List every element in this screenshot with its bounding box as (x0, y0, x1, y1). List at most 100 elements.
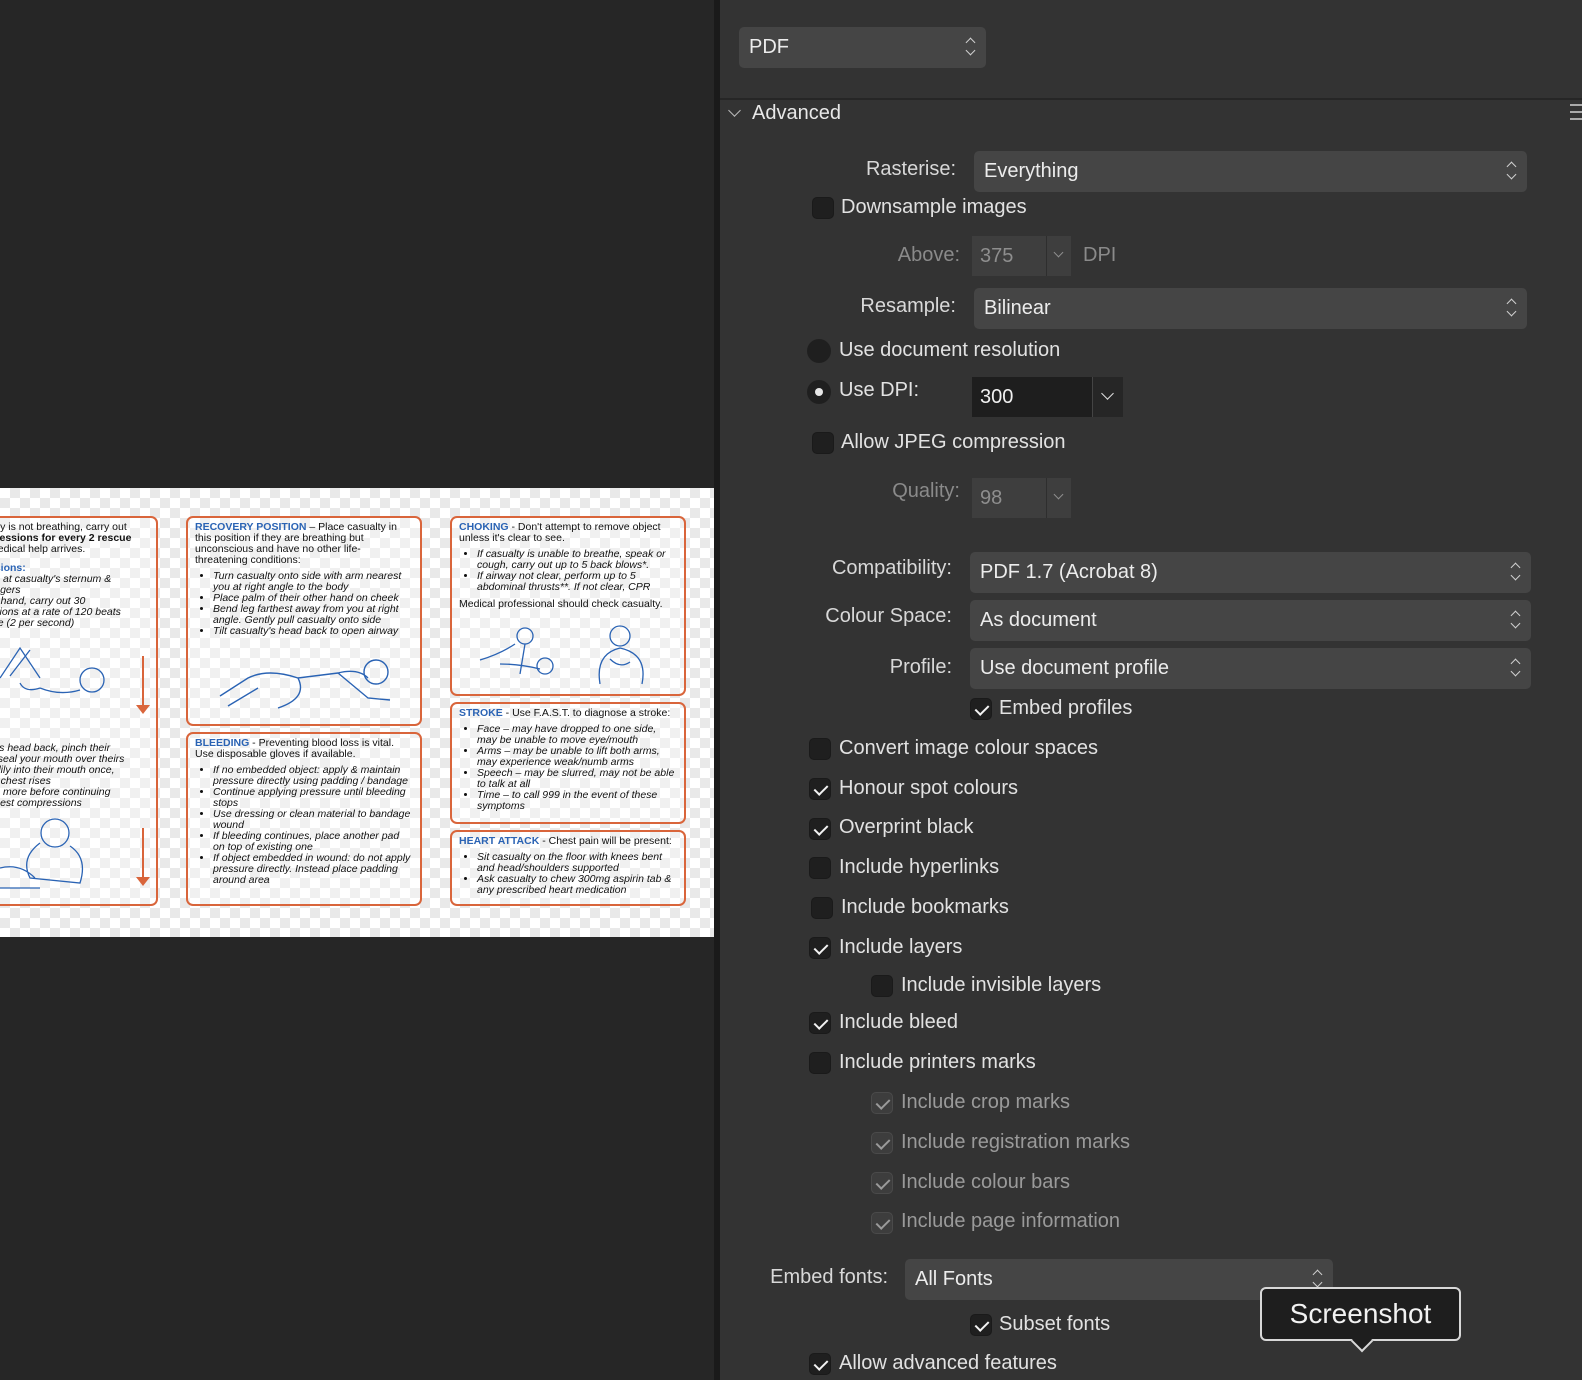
embed-profiles-label: Embed profiles (999, 697, 1133, 719)
stroke-item: Arms – may be unable to lift both arms, … (477, 746, 677, 768)
stroke-item: Face – may have dropped to one side, may… (477, 724, 677, 746)
include-bleed-checkbox[interactable] (809, 1012, 831, 1034)
overprint-black-checkbox[interactable] (809, 818, 831, 840)
bleeding-card: BLEEDING - Preventing blood loss is vita… (186, 732, 422, 906)
use-dpi-radio[interactable] (807, 380, 831, 404)
cpr-line: ute (2 per second) (0, 617, 75, 629)
downsample-images-checkbox[interactable] (812, 197, 834, 219)
chevron-down-icon[interactable] (1046, 236, 1071, 276)
colour-space-popup[interactable]: As document (970, 600, 1531, 641)
include-hyperlinks-label: Include hyperlinks (839, 856, 1000, 878)
above-unit: DPI (1083, 244, 1117, 266)
stroke-card: STROKE - Use F.A.S.T. to diagnose a stro… (450, 702, 686, 824)
heart-lead: - Chest pain will be present: (539, 835, 672, 847)
include-registration-marks-label: Include registration marks (901, 1131, 1130, 1153)
overprint-black-label: Overprint black (839, 816, 974, 838)
heart-item: Ask casualty to chew 300mg aspirin tab &… (477, 874, 677, 896)
bleeding-item: If no embedded object: apply & maintain … (213, 765, 413, 787)
down-arrow-icon (136, 828, 150, 886)
cpr-line: ds at casualty's sternum & (0, 573, 112, 585)
up-down-chevron-icon (1511, 655, 1521, 681)
allow-advanced-features-label: Allow advanced features (839, 1352, 1057, 1374)
bleeding-item: Continue applying pressure until bleedin… (213, 787, 413, 809)
up-down-chevron-icon (1511, 607, 1521, 633)
dpi-value[interactable]: 300 (972, 377, 1092, 417)
include-printers-marks-checkbox[interactable] (809, 1052, 831, 1074)
stroke-item: Speech – may be slurred, may not be able… (477, 768, 677, 790)
rasterise-popup[interactable]: Everything (974, 151, 1527, 192)
convert-colour-spaces-checkbox[interactable] (809, 738, 831, 760)
up-down-chevron-icon (966, 34, 976, 60)
above-value: 375 (972, 236, 1046, 276)
choking-item: If casualty is unable to breathe, speak … (477, 549, 677, 571)
include-page-information-checkbox[interactable] (871, 1212, 893, 1234)
resample-label: Resample: (860, 295, 956, 317)
embed-fonts-value: All Fonts (915, 1268, 993, 1290)
up-down-chevron-icon (1507, 295, 1517, 321)
profile-popup[interactable]: Use document profile (970, 648, 1531, 689)
dpi-combo[interactable]: 300 (972, 377, 1123, 417)
embed-profiles-checkbox[interactable] (970, 698, 992, 720)
use-document-resolution-radio[interactable] (807, 339, 831, 363)
export-settings-panel: PDF Advanced Rasterise: Everything Downs… (714, 0, 1582, 1380)
include-colour-bars-checkbox[interactable] (871, 1172, 893, 1194)
include-printers-marks-label: Include printers marks (839, 1051, 1036, 1073)
resample-popup[interactable]: Bilinear (974, 288, 1527, 329)
bleeding-item: Use dressing or clean material to bandag… (213, 809, 413, 831)
above-dpi-combo[interactable]: 375 (972, 236, 1071, 276)
resample-value: Bilinear (984, 297, 1051, 319)
format-bar: PDF (720, 0, 1582, 100)
include-layers-checkbox[interactable] (809, 937, 831, 959)
advanced-section-header[interactable]: Advanced (720, 96, 1582, 132)
downsample-images-label: Downsample images (841, 196, 1027, 218)
profile-label: Profile: (889, 656, 952, 678)
recovery-item: Tilt casualty's head back to open airway (213, 626, 413, 637)
quality-label: Quality: (892, 480, 960, 502)
screenshot-tooltip: Screenshot (1260, 1287, 1461, 1341)
include-page-information-label: Include page information (901, 1210, 1121, 1232)
subset-fonts-checkbox[interactable] (970, 1314, 992, 1336)
use-document-resolution-label: Use document resolution (839, 339, 1061, 361)
recovery-item: Turn casualty onto side with arm nearest… (213, 571, 413, 593)
heart-item: Sit casualty on the floor with knees ben… (477, 852, 677, 874)
chevron-down-icon[interactable] (1046, 478, 1071, 518)
rasterise-value: Everything (984, 160, 1079, 182)
quality-value: 98 (972, 478, 1046, 518)
stroke-head: STROKE (459, 707, 503, 719)
honour-spot-colours-checkbox[interactable] (809, 778, 831, 800)
quality-combo[interactable]: 98 (972, 478, 1071, 518)
profile-value: Use document profile (980, 657, 1169, 679)
cpr-compression-figure (0, 646, 105, 694)
stroke-item: Time – to call 999 in the event of these… (477, 790, 677, 812)
choking-item: If airway not clear, perform up to 5 abd… (477, 571, 677, 593)
panel-menu-icon[interactable] (1570, 104, 1582, 122)
choking-note: Medical professional should check casual… (459, 598, 663, 610)
include-crop-marks-label: Include crop marks (901, 1091, 1070, 1113)
include-registration-marks-checkbox[interactable] (871, 1132, 893, 1154)
document-preview: alty is not breathing, carry out pressio… (0, 488, 714, 937)
include-hyperlinks-checkbox[interactable] (809, 857, 831, 879)
allow-jpeg-checkbox[interactable] (812, 432, 834, 454)
allow-advanced-features-checkbox[interactable] (809, 1353, 831, 1375)
include-bleed-label: Include bleed (839, 1011, 958, 1033)
subset-fonts-label: Subset fonts (999, 1313, 1111, 1335)
heart-attack-card: HEART ATTACK - Chest pain will be presen… (450, 830, 686, 906)
chevron-down-icon (728, 104, 741, 117)
format-value: PDF (749, 36, 789, 58)
include-bookmarks-checkbox[interactable] (811, 897, 833, 919)
document-canvas: alty is not breathing, carry out pressio… (0, 0, 714, 1380)
include-crop-marks-checkbox[interactable] (871, 1092, 893, 1114)
down-arrow-icon (136, 656, 150, 714)
format-popup[interactable]: PDF (739, 27, 986, 68)
colour-space-label: Colour Space: (825, 605, 952, 627)
compatibility-popup[interactable]: PDF 1.7 (Acrobat 8) (970, 552, 1531, 593)
chevron-down-icon[interactable] (1092, 377, 1123, 417)
include-bookmarks-label: Include bookmarks (841, 896, 1009, 918)
include-invisible-layers-checkbox[interactable] (871, 975, 893, 997)
rasterise-label: Rasterise: (865, 158, 956, 180)
colour-space-value: As document (980, 609, 1097, 631)
allow-jpeg-label: Allow JPEG compression (841, 431, 1066, 453)
embed-fonts-label: Embed fonts: (770, 1266, 888, 1288)
compatibility-value: PDF 1.7 (Acrobat 8) (980, 561, 1158, 583)
up-down-chevron-icon (1511, 559, 1521, 585)
